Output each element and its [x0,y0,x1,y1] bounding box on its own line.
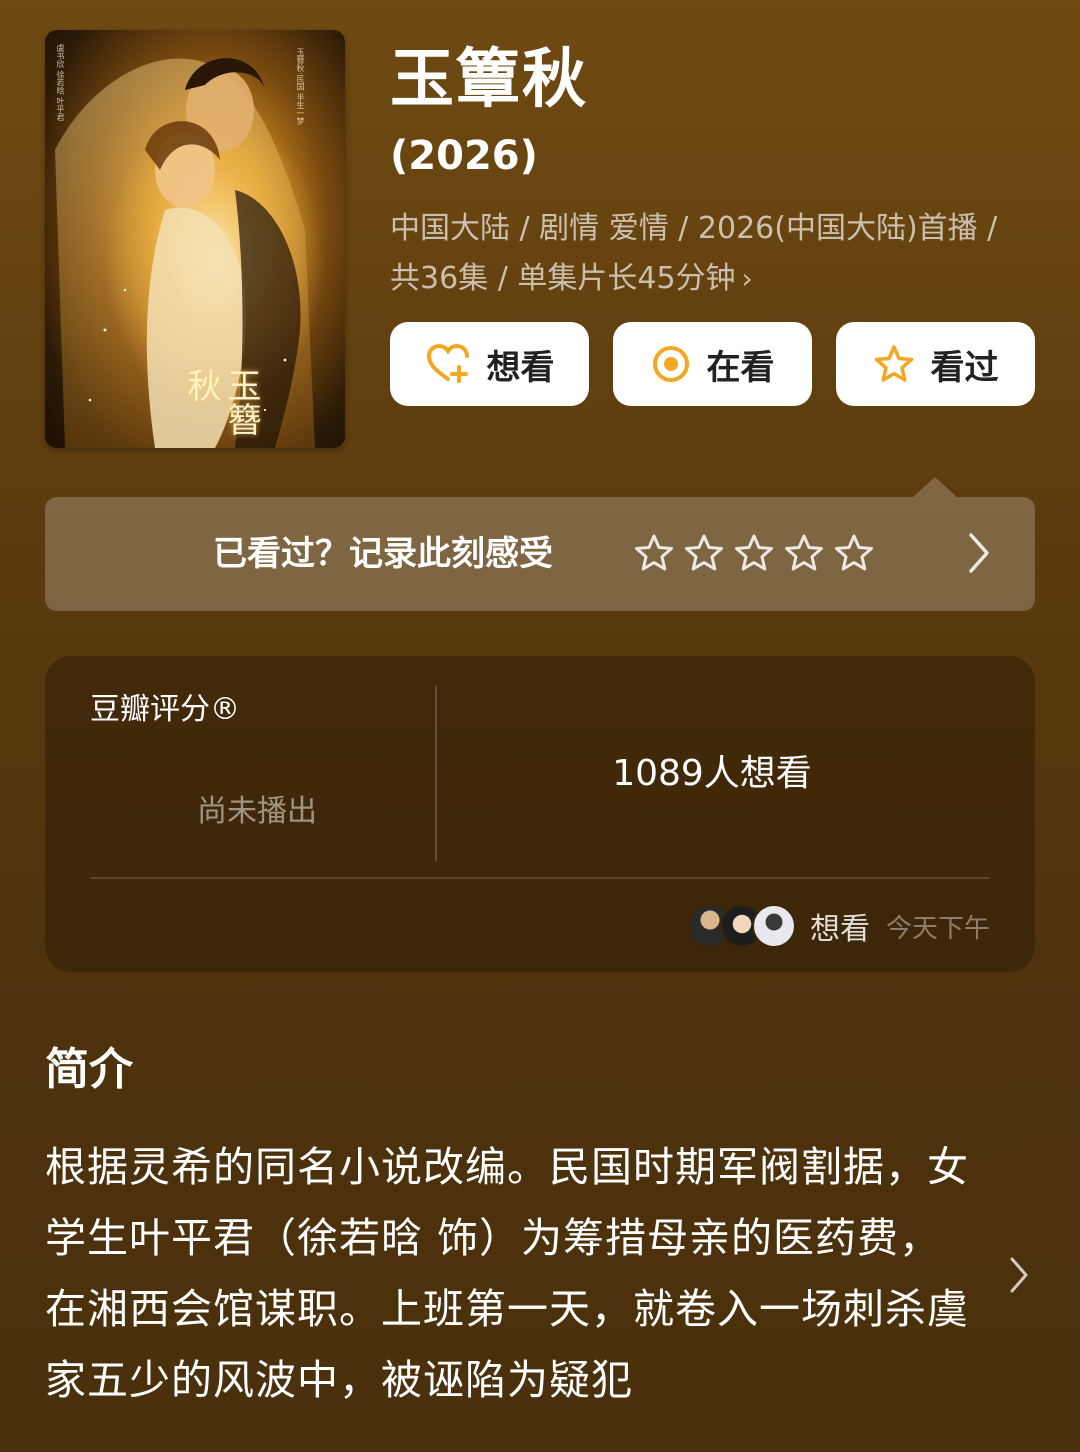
intro-text[interactable]: 根据灵希的同名小说改编。民国时期军阀割据，女学生叶平君（徐若晗 饰）为筹措母亲的… [45,1132,975,1416]
rating-prompt-bar[interactable]: 已看过？记录此刻感受 [45,477,1035,611]
want-to-watch-button[interactable]: 想看 [390,322,589,406]
poster-image[interactable]: 虞书欣 徐若晗 叶平君 玉簪秋·民国 半生一梦 玉簪秋 [45,30,345,448]
score-card: 豆瓣评分® 尚未播出 1089人想看 想看 今天下午 [45,656,1035,972]
meta-info-link[interactable]: 中国大陆 / 剧情 爱情 / 2026(中国大陆)首播 / 共36集 / 单集片… [390,204,1010,304]
avatar-group [687,904,796,948]
douban-score-label: 豆瓣评分® [90,692,240,727]
target-circle-icon [652,346,689,382]
poster-credits-left: 虞书欣 徐若晗 叶平君 [56,44,65,122]
chevron-right-icon[interactable] [963,531,993,575]
activity-label: 想看 [809,912,870,947]
rating-stars[interactable] [633,533,875,573]
want-to-watch-label: 想看 [486,347,555,388]
chevron-right-icon[interactable] [1006,1255,1032,1295]
avatar [751,904,796,948]
page-title: 玉簟秋 [390,43,588,117]
intro-heading: 简介 [45,1044,133,1095]
poster-vertical-title: 玉簪秋 [181,368,261,436]
star-outline-icon[interactable] [633,533,675,573]
callout-pointer [913,477,957,497]
chevron-right-icon: › [741,262,753,295]
activity-time: 今天下午 [885,913,990,944]
score-status: 尚未播出 [197,794,317,829]
watching-button[interactable]: 在看 [613,322,812,406]
watching-label: 在看 [706,347,775,388]
star-outline-icon [874,345,913,382]
want-count[interactable]: 1089人想看 [437,750,987,798]
poster-credits-right: 玉簪秋·民国 半生一梦 [296,48,305,126]
star-outline-icon[interactable] [733,533,775,573]
star-outline-icon[interactable] [683,533,725,573]
friend-activity[interactable]: 想看 今天下午 [687,900,990,952]
horizontal-divider [90,877,990,879]
watched-label: 看过 [930,347,999,388]
star-outline-icon[interactable] [783,533,825,573]
star-outline-icon[interactable] [833,533,875,573]
meta-info-text: 中国大陆 / 剧情 爱情 / 2026(中国大陆)首播 / 共36集 / 单集片… [390,211,998,296]
rating-prompt-text: 已看过？记录此刻感受 [213,534,553,574]
release-year: (2026) [390,133,538,179]
heart-plus-icon [426,343,469,383]
watched-button[interactable]: 看过 [836,322,1035,406]
